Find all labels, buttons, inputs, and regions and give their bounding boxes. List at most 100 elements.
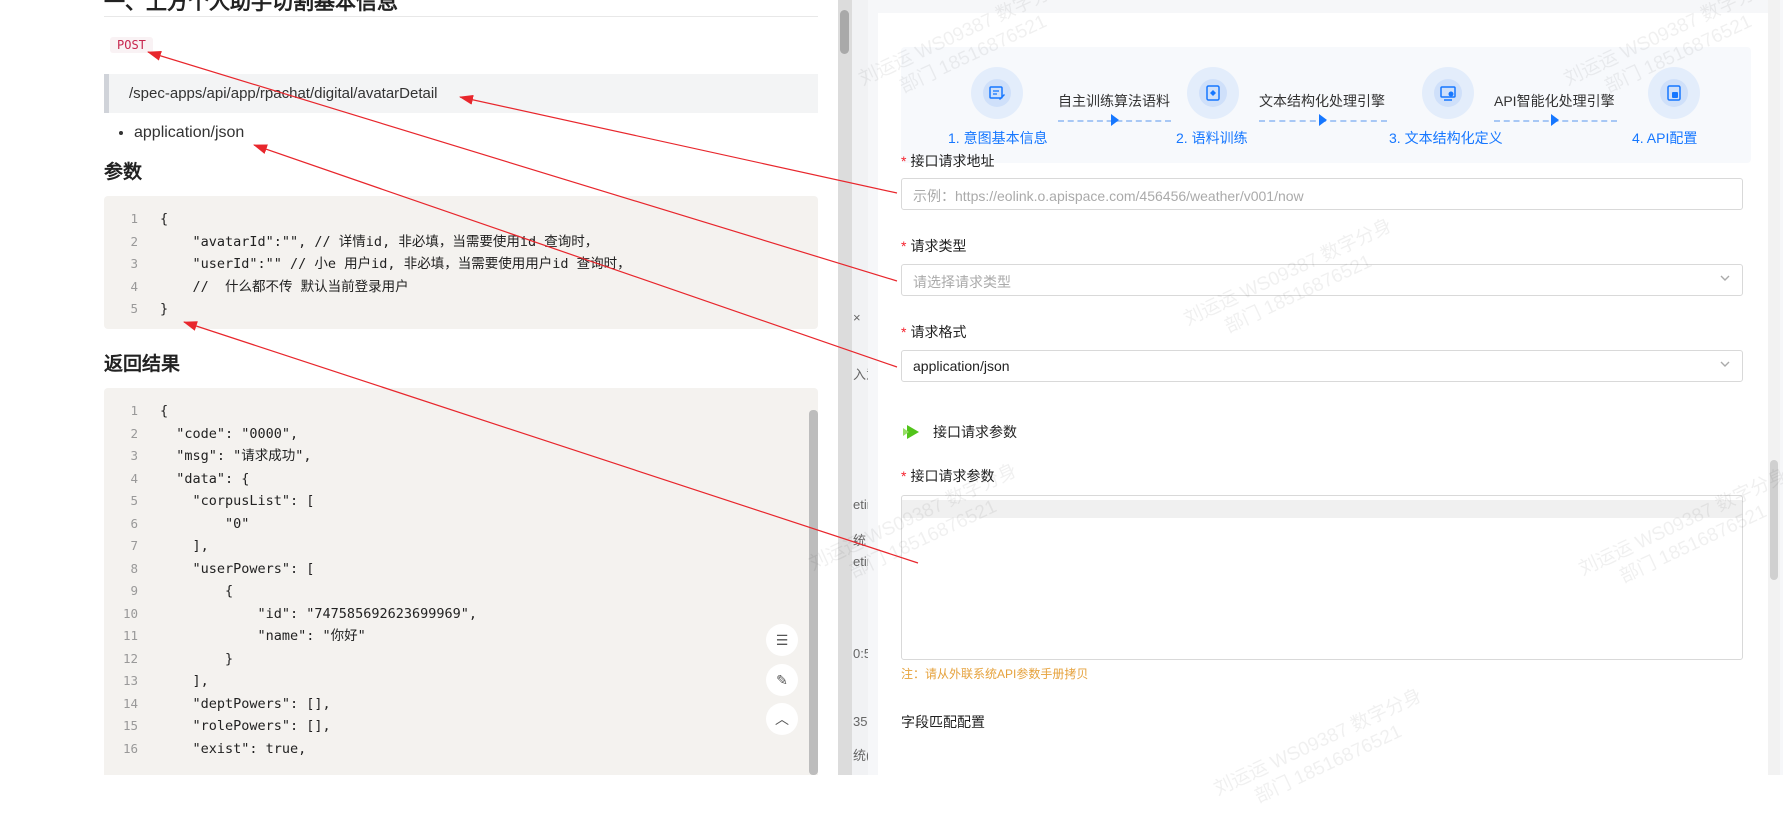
code-text: "code": "0000", [160, 425, 299, 442]
line-number: 3 [130, 448, 138, 463]
list-icon: ☰ [775, 631, 789, 648]
result-heading: 返回结果 [104, 354, 181, 375]
code-text: "name": "你好" [160, 628, 366, 644]
params-code-block: 1{2 "avatarId":"", // 详情id, 非必填，当需要使用id … [104, 196, 818, 329]
format-label: * 请求格式 [901, 322, 966, 342]
edit-button[interactable]: ✎ [766, 664, 798, 696]
doc-scrollbar-thumb[interactable] [840, 10, 849, 54]
config-card: 1. 意图基本信息 2. 语料训练 3. 文本结构化定义 4. API配置 自主… [878, 13, 1773, 775]
line-number: 16 [122, 740, 138, 756]
code-line: 10 "id": "747585692623699969", [104, 603, 818, 625]
line-number: 2 [130, 233, 138, 249]
url-placeholder: 示例：https://eolink.o.apispace.com/456456/… [913, 188, 1304, 204]
strip-fragment: 入意 [853, 367, 868, 382]
line-number: 9 [130, 583, 138, 598]
code-line: 9 { [104, 580, 818, 602]
line-number: 4 [130, 278, 138, 294]
code-text: "data": { [160, 470, 250, 487]
chevron-down-icon [1720, 361, 1730, 367]
structure-icon [1440, 86, 1456, 101]
line-number: 2 [130, 425, 138, 441]
strip-fragment: etin [853, 497, 868, 512]
line-number: 7 [130, 538, 138, 553]
background-app-strip: × 入意 etin 统 etin 0:54 35 统(2 [852, 0, 868, 775]
params-section-toggle[interactable]: 接口请求参数 [901, 422, 1017, 442]
code-line: 3 "msg": "请求成功", [104, 445, 818, 467]
code-line: 13 ], [104, 670, 818, 692]
code-text: "deptPowers": [], [160, 695, 331, 712]
toc-button[interactable]: ☰ [766, 624, 798, 656]
connector-2-arrow [1319, 114, 1327, 126]
api-icon [1667, 85, 1681, 101]
code-line: 15 "rolePowers": [], [104, 715, 818, 737]
url-input[interactable]: 示例：https://eolink.o.apispace.com/456456/… [901, 178, 1743, 210]
code-line: 12 } [104, 648, 818, 670]
training-icon [1206, 85, 1220, 101]
line-number: 13 [122, 673, 138, 688]
line-number: 12 [122, 650, 138, 666]
step-2-icon [1187, 67, 1239, 119]
required-mark: * [901, 153, 907, 169]
required-mark: * [901, 238, 907, 254]
request-format-select[interactable]: application/json [901, 350, 1743, 382]
mapping-label: 字段匹配配置 [901, 714, 985, 730]
format-label-text: 请求格式 [910, 324, 967, 340]
code-line: 5 "corpusList": [ [104, 490, 818, 512]
strip-fragment: 35 [853, 714, 868, 729]
scroll-top-button[interactable]: ︿ [766, 703, 798, 735]
code-line: 6 "0" [104, 513, 818, 535]
strip-fragment: 统 [853, 533, 867, 548]
step-4-label[interactable]: 4. API配置 [1632, 128, 1697, 148]
form-scrollbar-track[interactable] [1768, 0, 1780, 775]
chevron-up-icon: ︿ [775, 711, 789, 727]
params-textarea[interactable] [901, 495, 1743, 660]
strip-fragment: × [853, 310, 861, 325]
line-number: 1 [130, 211, 138, 226]
line-number: 4 [130, 470, 138, 486]
step-3-label[interactable]: 3. 文本结构化定义 [1389, 128, 1503, 148]
connector-3-arrow [1551, 114, 1559, 126]
result-code-block: 1{2 "code": "0000", 3 "msg": "请求成功", 4 "da… [104, 388, 818, 775]
request-type-select[interactable]: 请选择请求类型 [901, 264, 1743, 296]
line-number: 8 [130, 560, 138, 576]
strip-fragment: 0:54 [853, 646, 868, 661]
step-2-label[interactable]: 2. 语料训练 [1176, 128, 1248, 148]
line-number: 5 [130, 493, 138, 508]
code-line: 5} [104, 298, 818, 320]
api-doc-pane: 一、上方个人助手切割基本信息 POST /spec-apps/api/app/r… [0, 0, 838, 775]
type-label-text: 请求类型 [910, 238, 967, 254]
code-line: 14 "deptPowers": [], [104, 693, 818, 715]
code-text: { [160, 583, 234, 599]
url-label: * 接口请求地址 [901, 151, 994, 171]
code-text: ], [160, 538, 209, 554]
type-placeholder: 请选择请求类型 [913, 274, 1011, 290]
code-text: { [160, 211, 169, 227]
code-line: 3 "userId":"" // 小e 用户id, 非必填，当需要使用用户id … [104, 253, 818, 275]
code-text: "avatarId":"", // 详情id, 非必填，当需要使用id 查询时， [160, 233, 599, 250]
form-edit-icon [989, 86, 1005, 100]
code-text: "userId":"" // 小e 用户id, 非必填，当需要使用用户id 查询… [160, 256, 631, 272]
line-number: 1 [130, 403, 138, 418]
params-heading: 参数 [104, 162, 143, 183]
code-scrollbar[interactable] [809, 410, 818, 775]
pencil-icon: ✎ [776, 671, 788, 688]
code-text: // 什么都不传 默认当前登录用户 [160, 278, 409, 295]
line-number: 5 [130, 301, 138, 316]
code-line: 4 "data": { [104, 468, 818, 490]
form-scrollbar-thumb[interactable] [1770, 460, 1778, 580]
textarea-toolbar [902, 500, 1742, 518]
step-1-label[interactable]: 1. 意图基本信息 [948, 128, 1048, 148]
params-label: * 接口请求参数 [901, 466, 994, 486]
line-number: 11 [122, 628, 138, 643]
url-label-text: 接口请求地址 [910, 153, 995, 169]
doc-scrollbar-track[interactable] [838, 0, 852, 775]
line-number: 3 [130, 256, 138, 271]
code-line: 2 "avatarId":"", // 详情id, 非必填，当需要使用id 查询… [104, 231, 818, 253]
code-line: 7 ], [104, 535, 818, 557]
code-line: 2 "code": "0000", [104, 423, 818, 445]
code-line: 1{ [104, 208, 818, 230]
endpoint-block: /spec-apps/api/app/rpachat/digital/avata… [104, 74, 818, 113]
code-text: } [160, 650, 234, 667]
code-line: 8 "userPowers": [ [104, 558, 818, 580]
code-text: "userPowers": [ [160, 560, 315, 577]
